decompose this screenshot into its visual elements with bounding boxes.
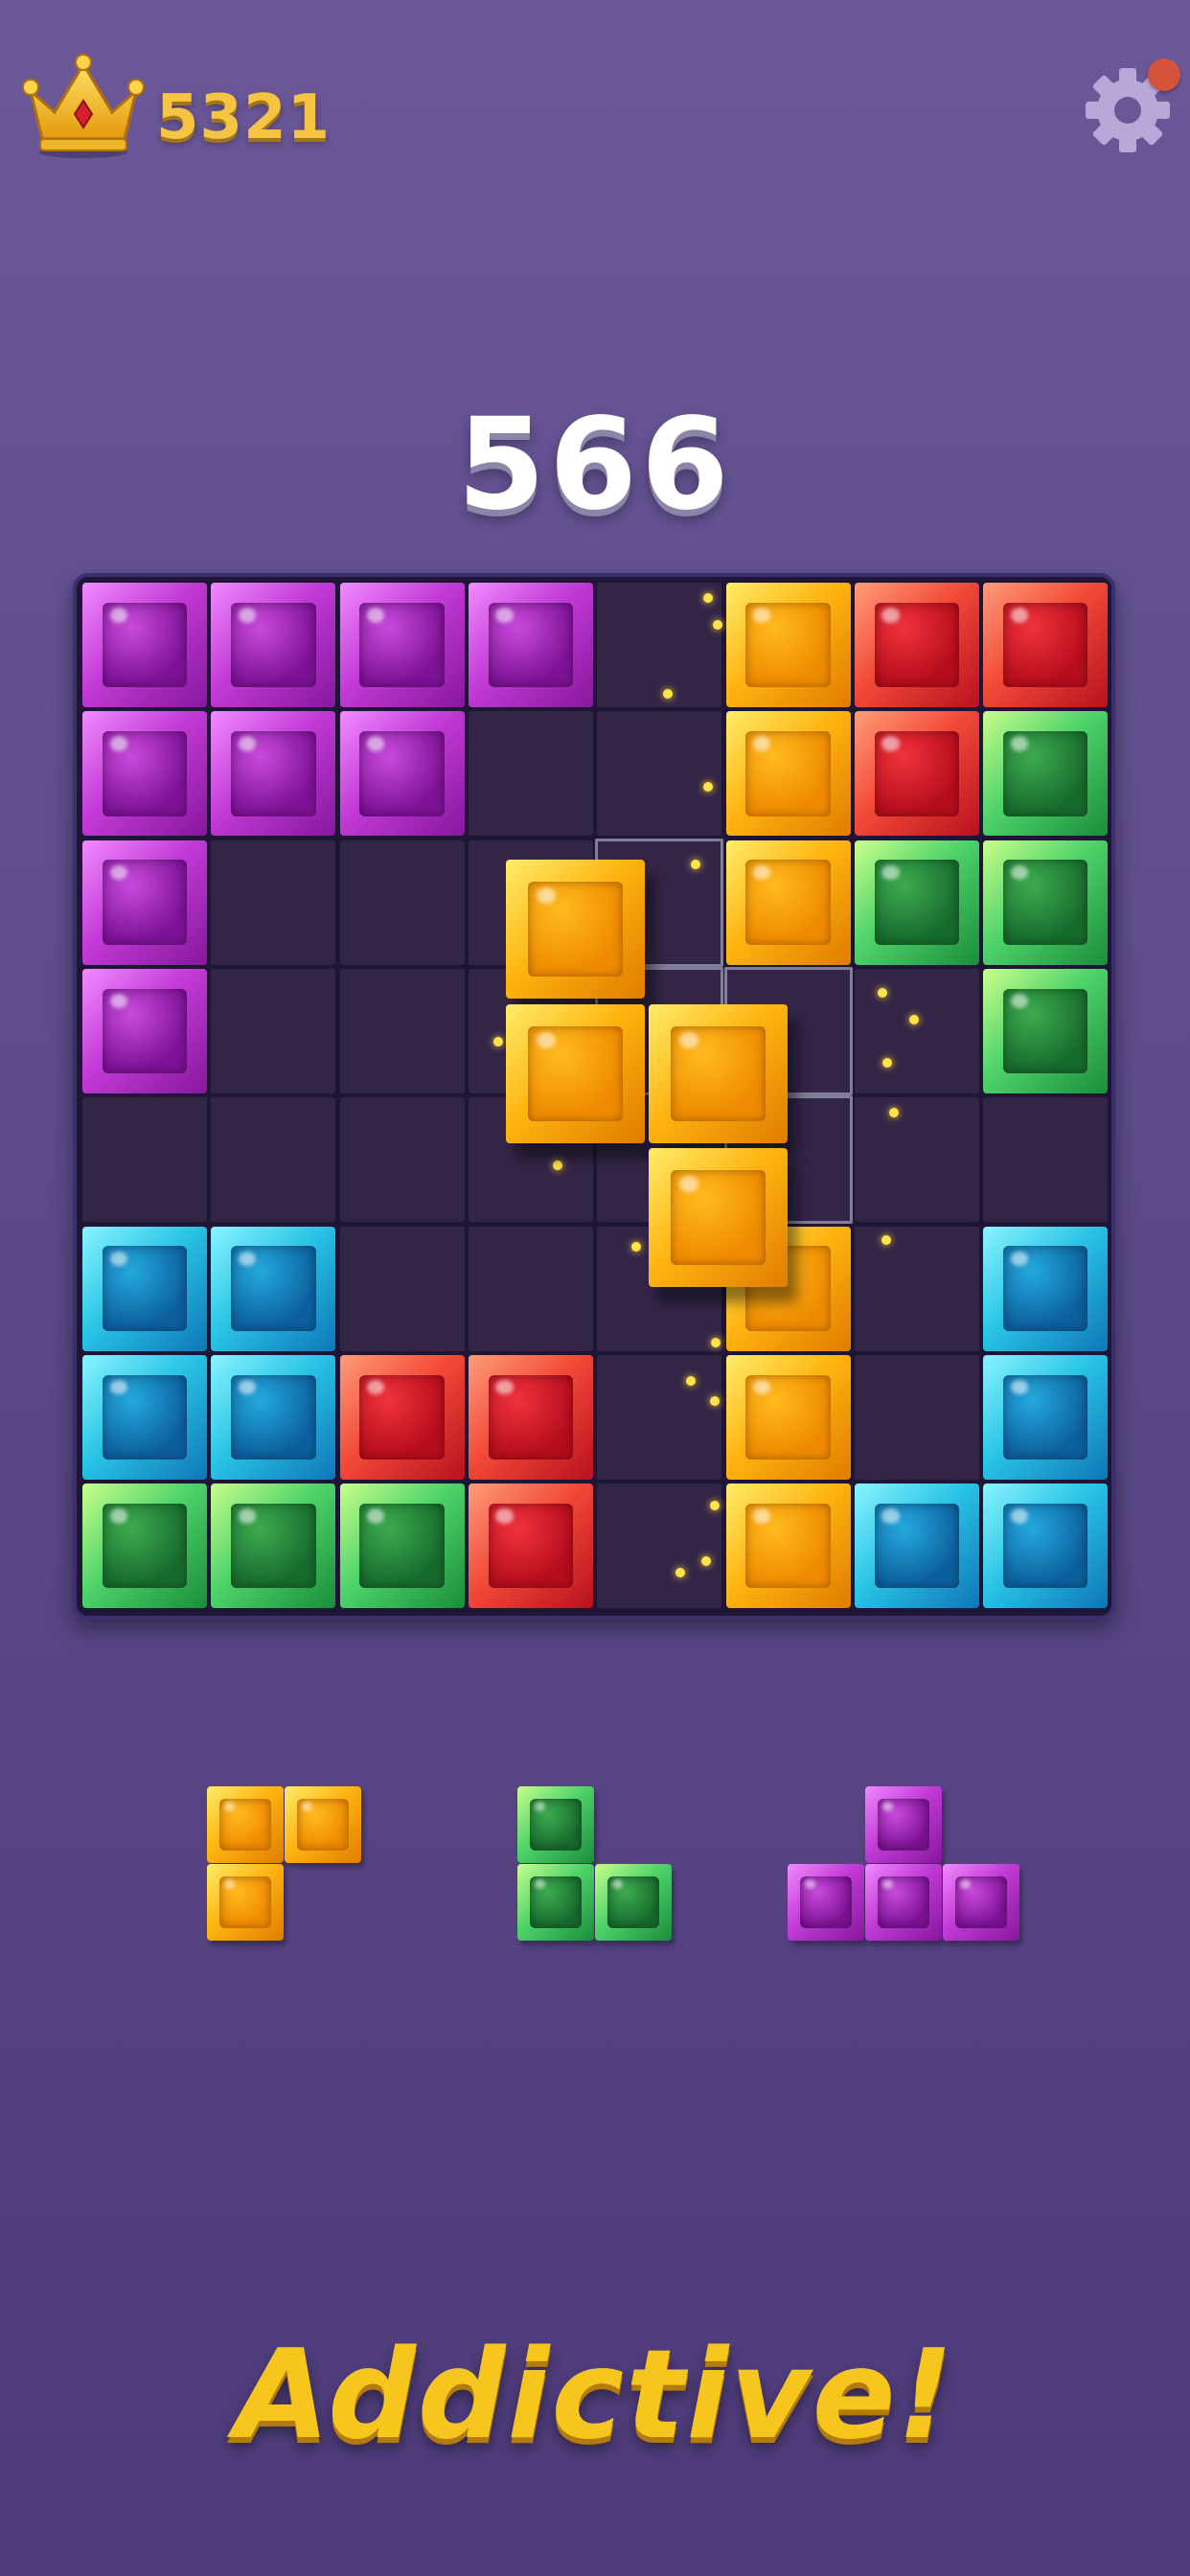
orange-gem-block xyxy=(725,1354,851,1480)
board-cell[interactable] xyxy=(854,1226,979,1351)
orange-gem-block xyxy=(725,840,851,965)
orange-gem-block xyxy=(725,1484,851,1609)
dragged-piece-block[interactable] xyxy=(506,860,645,999)
red-gem-block xyxy=(854,583,979,707)
red-gem-block xyxy=(468,1354,593,1480)
sparkle xyxy=(691,860,700,869)
red-gem-block xyxy=(854,711,979,837)
orange-gem-block xyxy=(207,1864,284,1941)
cyan-gem-block xyxy=(983,1484,1109,1609)
cyan-gem-block xyxy=(983,1226,1109,1351)
sparkle xyxy=(711,1338,721,1347)
board-cell[interactable] xyxy=(983,1097,1109,1223)
sparkle xyxy=(713,620,722,630)
board-cell[interactable] xyxy=(82,1097,207,1223)
sparkle xyxy=(631,1242,641,1252)
green-gem-block xyxy=(983,711,1109,837)
board-cell[interactable] xyxy=(339,968,465,1093)
purple-gem-block xyxy=(82,711,207,837)
purple-gem-block xyxy=(82,968,207,1093)
board-cell[interactable] xyxy=(597,711,722,837)
green-gem-block xyxy=(983,840,1109,965)
purple-gem-block xyxy=(82,840,207,965)
dragged-piece-block[interactable] xyxy=(506,1004,645,1143)
orange-gem-block xyxy=(725,711,851,837)
sparkle xyxy=(882,1058,892,1068)
sparkle xyxy=(553,1161,562,1170)
sparkle xyxy=(710,1501,720,1510)
board-cell[interactable] xyxy=(211,840,336,965)
board-cell[interactable] xyxy=(597,1484,722,1609)
sparkle xyxy=(878,988,887,998)
purple-gem-block xyxy=(865,1864,942,1941)
cyan-gem-block xyxy=(983,1354,1109,1480)
sparkle xyxy=(881,1235,891,1245)
orange-gem-block xyxy=(207,1786,284,1863)
sparkle xyxy=(889,1108,899,1117)
board-cell[interactable] xyxy=(468,711,593,837)
purple-gem-block xyxy=(339,711,465,837)
board-cell[interactable] xyxy=(339,840,465,965)
board-cell[interactable] xyxy=(211,968,336,1093)
orange-gem-block xyxy=(725,583,851,707)
board-cell[interactable] xyxy=(854,1354,979,1480)
purple-gem-block xyxy=(82,583,207,707)
purple-gem-block xyxy=(788,1864,864,1941)
best-score: 5321 xyxy=(156,82,332,153)
sparkle xyxy=(703,593,713,603)
cyan-gem-block xyxy=(82,1226,207,1351)
green-gem-block xyxy=(595,1864,672,1941)
green-gem-block xyxy=(517,1864,594,1941)
board-cell[interactable] xyxy=(597,583,722,707)
crown-icon xyxy=(21,53,146,163)
dragged-piece-block[interactable] xyxy=(649,1148,788,1287)
board-cell[interactable] xyxy=(597,1354,722,1480)
sparkle xyxy=(909,1015,919,1024)
green-gem-block xyxy=(517,1786,594,1863)
board-cell[interactable] xyxy=(854,968,979,1093)
orange-gem-block xyxy=(285,1786,361,1863)
cyan-gem-block xyxy=(82,1354,207,1480)
sparkle xyxy=(703,782,713,792)
board-cell[interactable] xyxy=(339,1226,465,1351)
purple-gem-block xyxy=(211,711,336,837)
board-cell[interactable] xyxy=(854,1097,979,1223)
red-gem-block xyxy=(339,1354,465,1480)
cyan-gem-block xyxy=(854,1484,979,1609)
green-gem-block xyxy=(854,840,979,965)
sparkle xyxy=(675,1568,685,1577)
green-gem-block xyxy=(983,968,1109,1093)
sparkle xyxy=(686,1376,696,1386)
purple-gem-block xyxy=(339,583,465,707)
board-cell[interactable] xyxy=(211,1097,336,1223)
green-gem-block xyxy=(339,1484,465,1609)
sparkle xyxy=(710,1396,720,1406)
purple-gem-block xyxy=(865,1786,942,1863)
purple-gem-block xyxy=(468,583,593,707)
cyan-gem-block xyxy=(211,1354,336,1480)
board-cell[interactable] xyxy=(468,1226,593,1351)
red-gem-block xyxy=(983,583,1109,707)
board-cell[interactable] xyxy=(339,1097,465,1223)
sparkle xyxy=(663,689,673,699)
green-gem-block xyxy=(82,1484,207,1609)
current-score: 566 xyxy=(457,391,733,539)
slogan: Addictive! xyxy=(235,2324,955,2467)
cyan-gem-block xyxy=(211,1226,336,1351)
purple-gem-block xyxy=(943,1864,1019,1941)
purple-gem-block xyxy=(211,583,336,707)
sparkle xyxy=(701,1556,711,1566)
red-gem-block xyxy=(468,1484,593,1609)
green-gem-block xyxy=(211,1484,336,1609)
notification-badge xyxy=(1148,58,1180,91)
dragged-piece-block[interactable] xyxy=(649,1004,788,1143)
sparkle xyxy=(493,1037,503,1046)
